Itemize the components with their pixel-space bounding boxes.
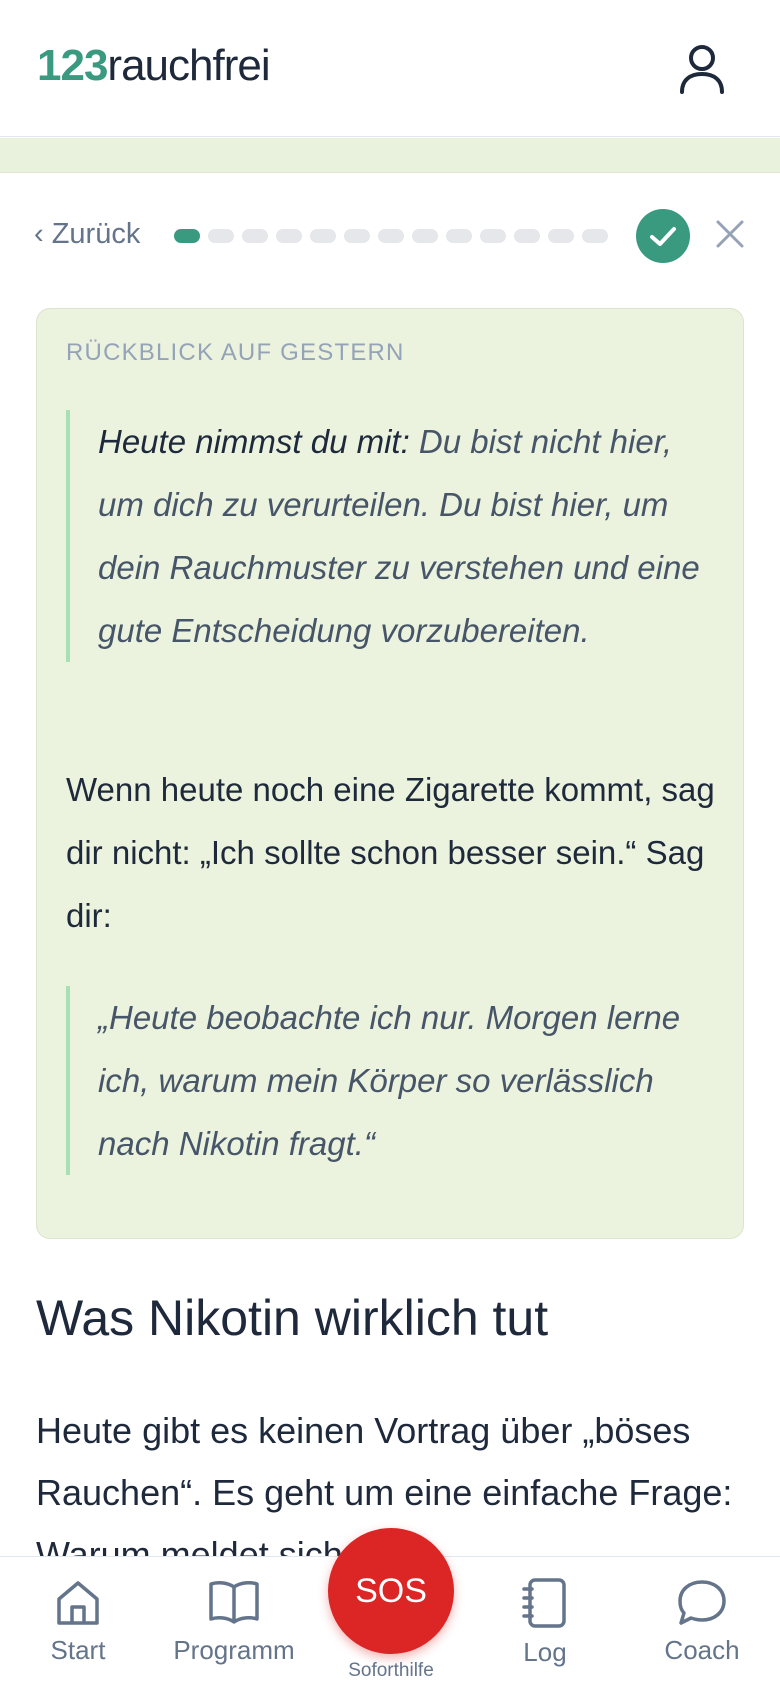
status-banner	[0, 138, 780, 173]
progress-dot	[582, 229, 608, 243]
app-header: 123rauchfrei	[0, 0, 780, 137]
nav-coach-label: Coach	[664, 1635, 740, 1665]
nav-log[interactable]: Log	[470, 1577, 620, 1667]
chat-icon	[678, 1580, 726, 1625]
affirmation-quote: „Heute beobachte ich nur. Morgen lerne i…	[66, 986, 716, 1175]
logo[interactable]: 123rauchfrei	[37, 40, 271, 92]
sos-button[interactable]: SOS	[328, 1528, 454, 1654]
nav-programm-label: Programm	[173, 1635, 295, 1665]
book-icon	[209, 1581, 259, 1624]
progress-dot	[276, 229, 302, 243]
nav-log-label: Log	[523, 1637, 567, 1667]
takeaway-quote: Heute nimmst du mit: Du bist nicht hier,…	[66, 410, 716, 662]
logo-number: 123	[37, 41, 108, 90]
user-icon[interactable]	[672, 40, 732, 100]
back-link[interactable]: ‹ Zurück	[34, 216, 140, 252]
check-icon[interactable]	[636, 209, 690, 263]
nav-programm[interactable]: Programm	[159, 1577, 309, 1665]
sos-sublabel: Soforthilfe	[348, 1660, 434, 1681]
progress-dot	[514, 229, 540, 243]
progress-dot	[208, 229, 234, 243]
nav-start-label: Start	[50, 1635, 106, 1665]
progress-dot	[310, 229, 336, 243]
takeaway-lead: Heute nimmst du mit:	[98, 423, 410, 460]
home-icon	[57, 1581, 99, 1625]
progress-dot	[378, 229, 404, 243]
card-label: RÜCKBLICK AUF GESTERN	[66, 339, 405, 366]
progress-dot	[344, 229, 370, 243]
notebook-icon	[522, 1578, 566, 1628]
card-paragraph: Wenn heute noch eine Zigarette kommt, sa…	[66, 771, 715, 934]
close-icon[interactable]	[712, 216, 748, 252]
progress-dot	[412, 229, 438, 243]
section-heading: Was Nikotin wirklich tut	[36, 1290, 549, 1346]
progress-dot	[548, 229, 574, 243]
progress-dot	[446, 229, 472, 243]
nav-start[interactable]: Start	[3, 1577, 153, 1665]
review-card: RÜCKBLICK AUF GESTERN Heute nimmst du mi…	[36, 308, 744, 1239]
progress-dot	[242, 229, 268, 243]
nav-coach[interactable]: Coach	[627, 1577, 777, 1665]
progress-dot	[174, 229, 200, 243]
progress-dot	[480, 229, 506, 243]
logo-text: rauchfrei	[107, 41, 270, 90]
